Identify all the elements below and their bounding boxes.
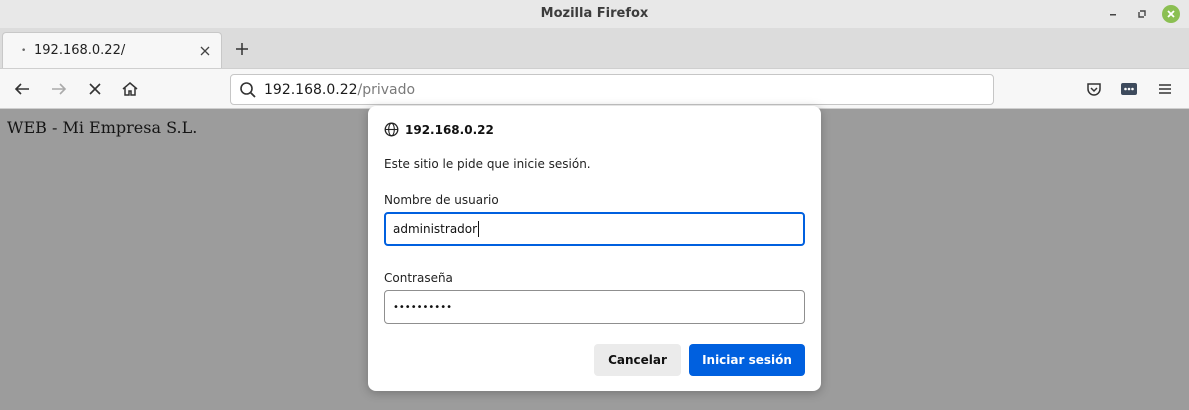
home-button[interactable]	[119, 78, 141, 100]
navigation-bar: 192.168.0.22/privado	[0, 68, 1189, 109]
window-close-button[interactable]	[1162, 5, 1180, 23]
username-input[interactable]: administrador	[384, 212, 805, 246]
password-input[interactable]: ••••••••••	[384, 290, 805, 324]
extension-button[interactable]	[1118, 78, 1140, 100]
username-value: administrador	[393, 222, 478, 236]
restore-icon	[1138, 10, 1146, 18]
tab-label: 192.168.0.22/	[34, 43, 126, 58]
home-icon	[122, 82, 138, 96]
tab-close-button[interactable]	[200, 42, 210, 60]
page-heading: WEB - Mi Empresa S.L.	[7, 118, 198, 137]
auth-dialog: 192.168.0.22 Este sitio le pide que inic…	[368, 106, 821, 391]
minimize-icon	[1110, 14, 1116, 16]
sign-in-button[interactable]: Iniciar sesión	[689, 344, 805, 376]
loading-indicator: •	[21, 46, 27, 56]
window-title: Mozilla Firefox	[540, 6, 649, 21]
minimize-button[interactable]	[1104, 5, 1122, 23]
tab-current[interactable]: • 192.168.0.22/	[2, 32, 222, 68]
url-path: /privado	[357, 82, 416, 98]
stop-button[interactable]	[84, 78, 106, 100]
text-caret	[478, 221, 480, 237]
extension-icon	[1121, 83, 1137, 95]
close-icon	[200, 46, 210, 56]
close-icon	[1167, 10, 1175, 18]
plus-icon	[236, 43, 248, 55]
pocket-icon	[1087, 83, 1101, 96]
password-label: Contraseña	[384, 271, 453, 285]
globe-icon	[384, 122, 399, 137]
username-label: Nombre de usuario	[384, 193, 499, 207]
forward-button[interactable]	[48, 78, 70, 100]
cancel-button[interactable]: Cancelar	[594, 344, 681, 376]
maximize-button[interactable]	[1133, 5, 1151, 23]
dialog-header: 192.168.0.22	[384, 122, 494, 137]
forward-arrow-icon	[52, 83, 67, 95]
password-value: ••••••••••	[393, 301, 452, 313]
url-text: 192.168.0.22/privado	[264, 82, 415, 98]
dialog-message: Este sitio le pide que inicie sesión.	[384, 157, 591, 171]
back-arrow-icon	[14, 83, 29, 95]
search-icon	[240, 82, 256, 98]
pocket-button[interactable]	[1083, 78, 1105, 100]
new-tab-button[interactable]	[235, 37, 249, 61]
menu-button[interactable]	[1154, 78, 1176, 100]
url-bar[interactable]: 192.168.0.22/privado	[230, 74, 994, 105]
url-host: 192.168.0.22	[264, 82, 358, 98]
tab-strip: • 192.168.0.22/	[0, 28, 1189, 68]
title-bar: Mozilla Firefox	[0, 0, 1189, 28]
stop-icon	[89, 83, 101, 95]
dialog-host: 192.168.0.22	[405, 122, 494, 137]
hamburger-menu-icon	[1159, 84, 1171, 94]
back-button[interactable]	[11, 78, 33, 100]
